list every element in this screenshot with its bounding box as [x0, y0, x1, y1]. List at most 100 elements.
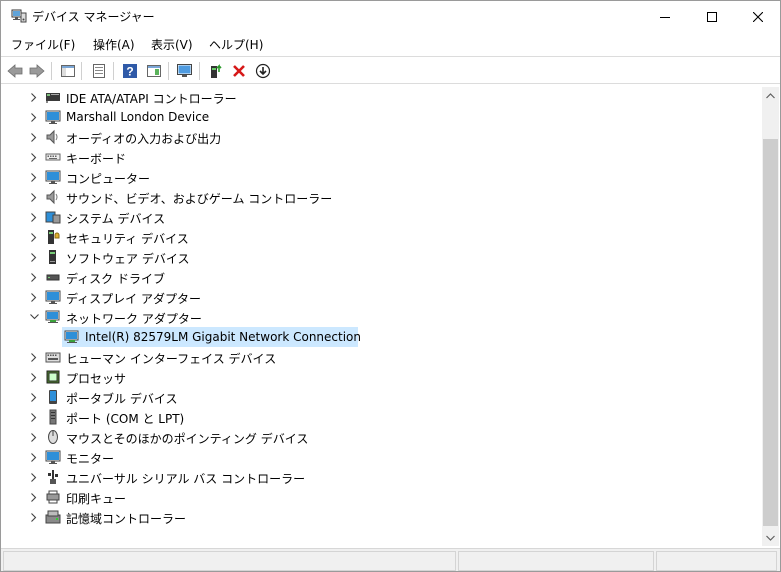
tree-child-item[interactable]: Intel(R) 82579LM Gigabit Network Connect… — [2, 327, 762, 347]
chevron-right-icon[interactable] — [28, 270, 40, 284]
device-manager-app-icon — [11, 9, 27, 23]
chevron-right-icon[interactable] — [28, 350, 40, 364]
scroll-thumb[interactable] — [763, 139, 778, 526]
vertical-scrollbar[interactable] — [762, 87, 779, 546]
monitor-icon — [45, 450, 61, 464]
minimize-icon — [660, 16, 670, 18]
audio-device-icon — [45, 110, 61, 124]
tree-item-label: サウンド、ビデオ、およびゲーム コントローラー — [66, 192, 333, 206]
tree-item-label: ユニバーサル シリアル バス コントローラー — [66, 472, 306, 486]
tree-category-item[interactable]: 印刷キュー — [2, 487, 762, 507]
tree-category-item[interactable]: IDE ATA/ATAPI コントローラー — [2, 87, 762, 107]
uninstall-button[interactable] — [228, 60, 250, 82]
tree-item-label: ネットワーク アダプター — [66, 312, 202, 326]
chevron-right-icon[interactable] — [28, 90, 40, 104]
mouse-icon — [48, 430, 58, 444]
tree-category-item[interactable]: ディスク ドライブ — [2, 267, 762, 287]
tree-category-item[interactable]: ソフトウェア デバイス — [2, 247, 762, 267]
chevron-right-icon[interactable] — [28, 510, 40, 524]
forward-button[interactable] — [26, 60, 48, 82]
chevron-right-icon[interactable] — [28, 230, 40, 244]
menu-action[interactable]: 操作(A) — [93, 36, 135, 53]
network-adapter-icon — [45, 310, 60, 323]
tree-item-label: Intel(R) 82579LM Gigabit Network Connect… — [85, 330, 361, 344]
status-pane-secondary — [458, 551, 654, 571]
properties-icon — [61, 65, 75, 77]
tree-item-label: IDE ATA/ATAPI コントローラー — [66, 92, 237, 106]
tree-category-item[interactable]: システム デバイス — [2, 207, 762, 227]
resources-button[interactable] — [143, 60, 165, 82]
minimize-button[interactable] — [642, 1, 688, 32]
help-button[interactable]: ? — [119, 60, 141, 82]
disk-drive-icon — [46, 274, 60, 281]
tree-category-item[interactable]: ヒューマン インターフェイス デバイス — [2, 347, 762, 367]
tree-category-item[interactable]: ポート (COM と LPT) — [2, 407, 762, 427]
tree-category-item[interactable]: サウンド、ビデオ、およびゲーム コントローラー — [2, 187, 762, 207]
chevron-right-icon[interactable] — [28, 130, 40, 144]
uninstall-icon — [233, 65, 245, 77]
chevron-right-icon[interactable] — [28, 430, 40, 444]
chevron-right-icon[interactable] — [28, 470, 40, 484]
chevron-right-icon[interactable] — [28, 410, 40, 424]
menu-file[interactable]: ファイル(F) — [11, 36, 75, 53]
show-hide-console-tree-button[interactable] — [57, 60, 79, 82]
tree-category-item[interactable]: コンピューター — [2, 167, 762, 187]
menu-view[interactable]: 表示(V) — [151, 36, 193, 53]
help-icon: ? — [123, 64, 137, 79]
tree-category-item[interactable]: Marshall London Device — [2, 107, 762, 127]
status-pane-tertiary — [656, 551, 777, 571]
svg-text:?: ? — [126, 65, 133, 79]
download-icon — [255, 63, 271, 79]
tree-item-label: ディスク ドライブ — [66, 272, 165, 286]
maximize-icon — [707, 11, 717, 22]
tree-item-label: セキュリティ デバイス — [66, 232, 189, 246]
properties-button[interactable] — [88, 60, 110, 82]
menu-help[interactable]: ヘルプ(H) — [209, 36, 263, 53]
title-bar[interactable]: デバイス マネージャー — [1, 1, 780, 32]
status-bar — [1, 548, 780, 571]
chevron-right-icon[interactable] — [28, 170, 40, 184]
sound-controller-icon — [46, 189, 58, 205]
chevron-right-icon[interactable] — [28, 390, 40, 404]
update-driver-button[interactable] — [205, 60, 227, 82]
chevron-right-icon[interactable] — [28, 110, 40, 124]
device-tree[interactable]: IDE ATA/ATAPI コントローラー Marshall London Dev… — [2, 87, 762, 546]
chevron-right-icon[interactable] — [28, 250, 40, 264]
tree-category-item[interactable]: ポータブル デバイス — [2, 387, 762, 407]
device-list-icon — [93, 64, 105, 78]
chevron-right-icon[interactable] — [28, 450, 40, 464]
back-button[interactable] — [4, 60, 26, 82]
portable-device-icon — [49, 390, 57, 404]
tree-category-item[interactable]: オーディオの入力および出力 — [2, 127, 762, 147]
tree-category-item[interactable]: キーボード — [2, 147, 762, 167]
tree-item-label: システム デバイス — [66, 212, 166, 226]
tree-category-item[interactable]: マウスとそのほかのポインティング デバイス — [2, 427, 762, 447]
tree-category-item[interactable]: ネットワーク アダプター — [2, 307, 762, 327]
chevron-right-icon[interactable] — [28, 190, 40, 204]
tree-item-label: ソフトウェア デバイス — [66, 252, 190, 266]
scan-hardware-button[interactable] — [174, 60, 196, 82]
tree-category-item[interactable]: ユニバーサル シリアル バス コントローラー — [2, 467, 762, 487]
scroll-down-button[interactable] — [762, 529, 779, 546]
chevron-right-icon[interactable] — [28, 210, 40, 224]
chevron-right-icon[interactable] — [28, 370, 40, 384]
download-button[interactable] — [252, 60, 274, 82]
chevron-down-icon[interactable] — [28, 310, 40, 324]
chevron-right-icon[interactable] — [28, 150, 40, 164]
scroll-up-button[interactable] — [762, 87, 779, 104]
monitor-scan-icon — [177, 64, 192, 77]
tree-category-item[interactable]: 記憶域コントローラー — [2, 507, 762, 527]
tree-category-item[interactable]: ディスプレイ アダプター — [2, 287, 762, 307]
print-queue-icon — [46, 490, 60, 504]
maximize-button[interactable] — [689, 1, 735, 32]
tree-category-item[interactable]: モニター — [2, 447, 762, 467]
close-button[interactable] — [735, 1, 780, 32]
tree-category-item[interactable]: セキュリティ デバイス — [2, 227, 762, 247]
tree-item-label: Marshall London Device — [66, 110, 210, 124]
tree-item-label: キーボード — [66, 152, 127, 166]
window-title: デバイス マネージャー — [32, 10, 155, 24]
tree-item-label: ポータブル デバイス — [66, 392, 178, 406]
chevron-right-icon[interactable] — [28, 490, 40, 504]
chevron-right-icon[interactable] — [28, 290, 40, 304]
tree-category-item[interactable]: プロセッサ — [2, 367, 762, 387]
